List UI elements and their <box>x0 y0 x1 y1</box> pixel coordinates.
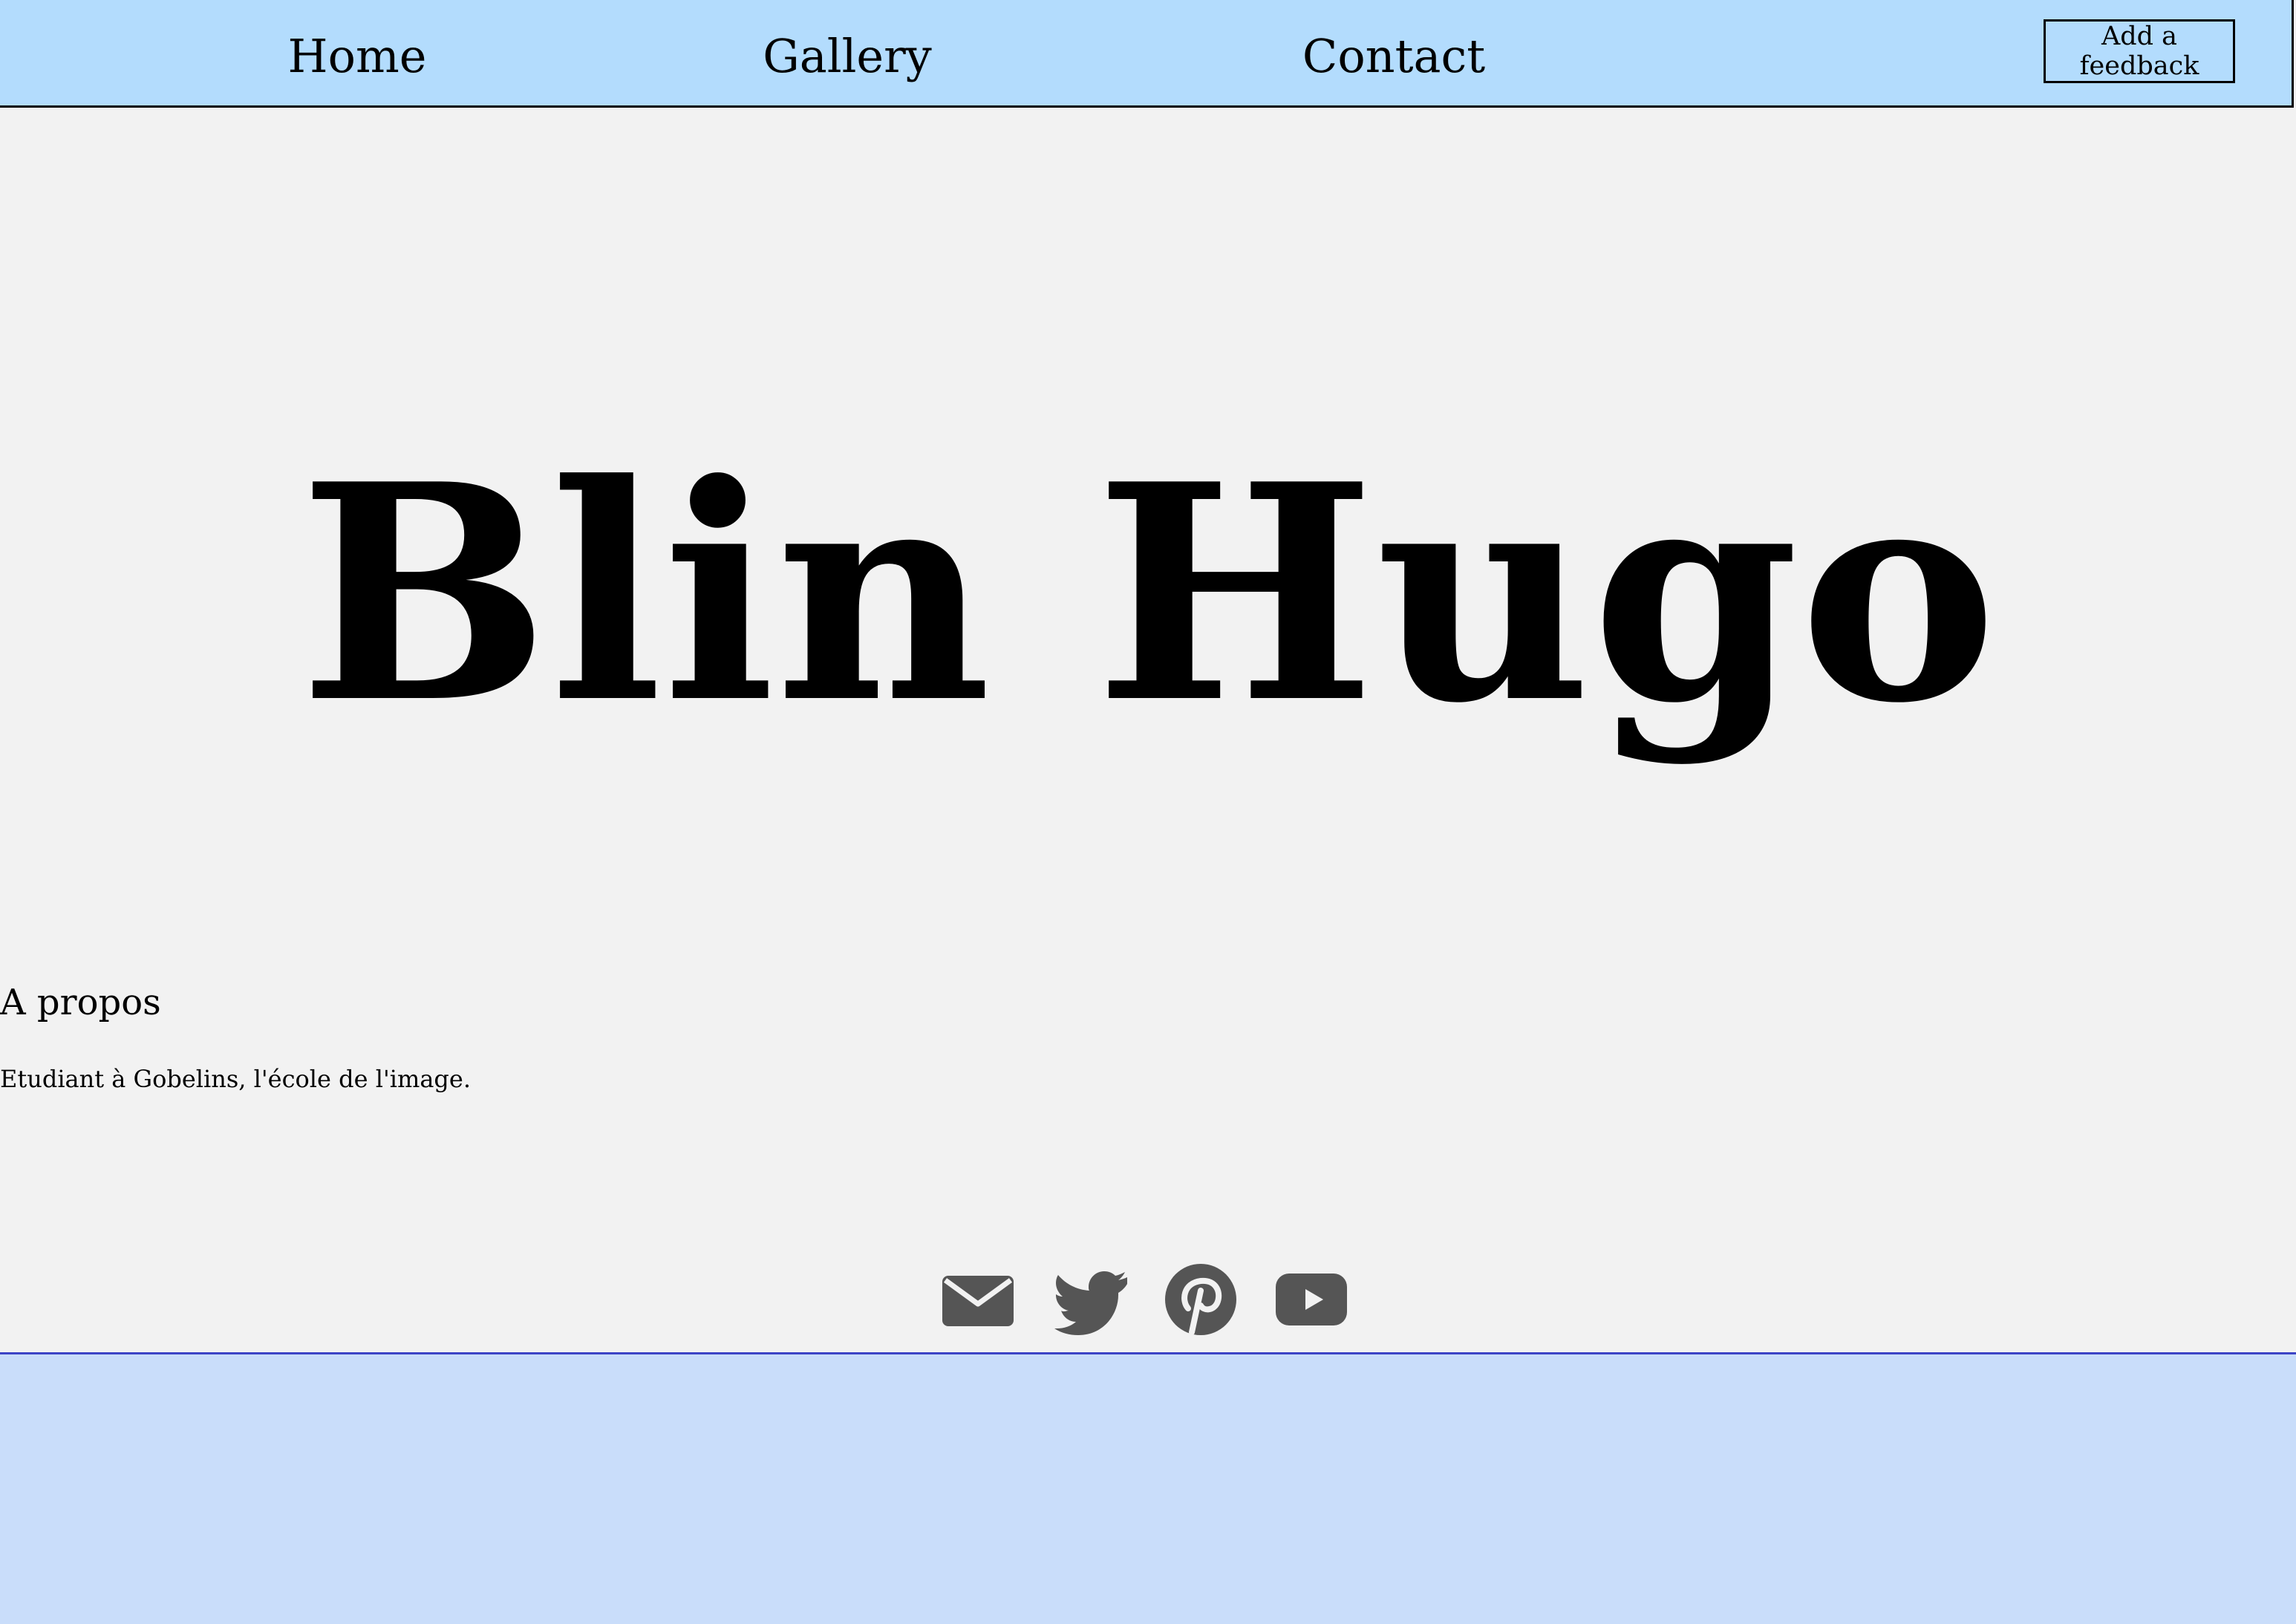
youtube-icon[interactable] <box>1274 1262 1348 1337</box>
page-footer <box>0 1352 2296 1624</box>
twitter-icon[interactable] <box>1054 1262 1129 1337</box>
nav-link-home[interactable]: Home <box>288 27 427 86</box>
hero-title: Blin Hugo <box>299 420 1997 769</box>
add-feedback-button[interactable]: Add a feedback <box>2044 19 2235 83</box>
nav-link-gallery[interactable]: Gallery <box>763 27 932 86</box>
mail-icon[interactable] <box>941 1262 1015 1337</box>
top-navigation-bar: Home Gallery Contact Add a feedback <box>0 0 2294 108</box>
about-heading: A propos <box>0 982 161 1023</box>
about-text: Etudiant à Gobelins, l'école de l'image. <box>0 1065 471 1093</box>
nav-link-contact[interactable]: Contact <box>1302 27 1485 86</box>
pinterest-icon[interactable] <box>1164 1262 1238 1337</box>
